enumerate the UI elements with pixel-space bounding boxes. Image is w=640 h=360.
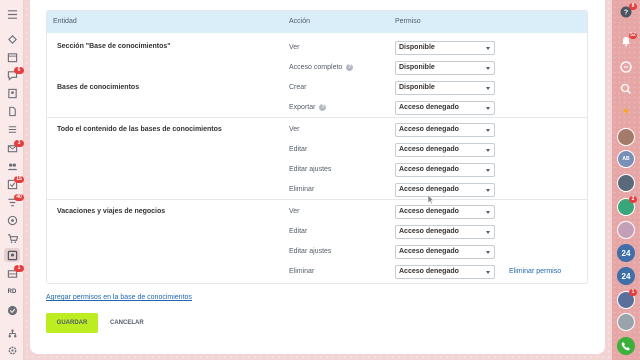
action-label: Ver xyxy=(289,126,300,133)
action-label: Editar xyxy=(289,228,308,235)
settings-icon[interactable] xyxy=(6,344,18,356)
knowledge-base-icon[interactable] xyxy=(6,249,18,261)
action-label: Exportar? xyxy=(289,104,327,111)
save-button[interactable]: GUARDAR xyxy=(46,313,98,333)
chevron-down-icon xyxy=(486,231,490,234)
menu-icon[interactable] xyxy=(6,8,18,20)
action-label: Eliminar xyxy=(289,268,315,275)
permission-select[interactable]: Acceso denegado xyxy=(395,163,495,177)
action-label: Editar ajustes xyxy=(289,248,332,255)
action-label: Crear xyxy=(289,84,307,91)
avatar-bot[interactable]: AB xyxy=(617,150,635,168)
header-action: Acción xyxy=(289,18,311,25)
permission-group: Sección "Base de conocimientos" Ver Disp… xyxy=(47,33,587,115)
chevron-down-icon xyxy=(486,47,490,50)
permission-select[interactable]: Acceso denegado xyxy=(395,265,495,279)
sitemap-icon[interactable] xyxy=(6,327,18,339)
avatar-badge: 2 xyxy=(629,196,637,203)
entity-label: Todo el contenido de las bases de conoci… xyxy=(57,126,222,133)
permission-group: Vacaciones y viajes de negocios Ver Acce… xyxy=(47,199,587,283)
chevron-down-icon xyxy=(486,169,490,172)
permission-select[interactable]: Acceso denegado xyxy=(395,123,495,137)
avatar-24[interactable]: 24 xyxy=(617,244,635,262)
permission-select[interactable]: Acceso denegado xyxy=(395,205,495,219)
avatar[interactable] xyxy=(617,174,635,192)
avatar[interactable] xyxy=(617,313,635,331)
user-initials[interactable]: RD xyxy=(6,286,18,298)
chevron-down-icon xyxy=(486,149,490,152)
avatar[interactable] xyxy=(617,221,635,239)
cart-icon[interactable] xyxy=(6,232,18,244)
action-label: Ver xyxy=(289,208,300,215)
cancel-button[interactable]: CANCELAR xyxy=(110,313,144,333)
groups-icon[interactable] xyxy=(6,160,18,172)
help-icon[interactable]: ? xyxy=(346,64,354,71)
contacts-icon[interactable] xyxy=(6,87,18,99)
action-label: Editar ajustes xyxy=(289,166,332,173)
tasks-badge: 15 xyxy=(14,176,24,183)
lightning-icon[interactable] xyxy=(618,103,634,119)
chevron-down-icon xyxy=(486,107,490,110)
remove-permission-link[interactable]: Eliminar permiso xyxy=(509,268,561,275)
avatar[interactable] xyxy=(617,128,635,146)
phone-icon[interactable] xyxy=(617,337,635,355)
permission-select[interactable]: Acceso denegado xyxy=(395,143,495,157)
messages-badge: 6 xyxy=(14,67,24,74)
permissions-table: Entidad Acción Permiso Sección "Base de … xyxy=(46,10,588,284)
header-entity: Entidad xyxy=(53,18,77,25)
permission-select[interactable]: Disponible xyxy=(395,61,495,75)
action-label: Ver xyxy=(289,44,300,51)
chevron-down-icon xyxy=(486,189,490,192)
permission-select[interactable]: Acceso denegado xyxy=(395,101,495,115)
calendar-icon[interactable] xyxy=(6,51,18,63)
permission-select[interactable]: Disponible xyxy=(395,41,495,55)
permission-select[interactable]: Acceso denegado xyxy=(395,183,495,197)
action-label: Acceso completo? xyxy=(289,64,354,71)
list-icon[interactable] xyxy=(6,123,18,135)
mouse-cursor-icon xyxy=(427,195,434,205)
target-icon[interactable] xyxy=(6,214,18,226)
action-label: Editar xyxy=(289,146,308,153)
permission-select[interactable]: Acceso denegado xyxy=(395,225,495,239)
permission-group: Todo el contenido de las bases de conoci… xyxy=(47,117,587,199)
notifications-badge: 52 xyxy=(629,32,637,39)
table-header: Entidad Acción Permiso xyxy=(47,11,587,33)
chevron-down-icon xyxy=(486,251,490,254)
filters-badge: 40 xyxy=(14,194,24,201)
chevron-down-icon xyxy=(486,211,490,214)
help-icon[interactable]: ? xyxy=(319,104,327,111)
entity-label: Sección "Base de conocimientos" xyxy=(57,43,171,50)
chevron-down-icon xyxy=(486,129,490,132)
chevron-down-icon xyxy=(486,271,490,274)
avatar-24[interactable]: 24 xyxy=(617,267,635,285)
feed-icon[interactable] xyxy=(6,33,18,45)
entity-label: Bases de conocimientos xyxy=(57,84,140,91)
header-permission: Permiso xyxy=(395,18,421,25)
svg-text:?: ? xyxy=(624,10,628,17)
avatar-badge: 1 xyxy=(629,289,637,296)
help-badge: 8 xyxy=(629,3,637,10)
chevron-down-icon xyxy=(486,87,490,90)
check-circle-icon[interactable] xyxy=(6,304,18,316)
permission-select[interactable]: Acceso denegado xyxy=(395,245,495,259)
mail-badge: 3 xyxy=(14,140,24,147)
permission-select[interactable]: Disponible xyxy=(395,81,495,95)
right-sidebar: ? 8 52 AB 2 24 24 1 xyxy=(612,0,640,360)
entity-label: Vacaciones y viajes de negocios xyxy=(57,208,166,215)
chevron-down-icon xyxy=(486,67,490,70)
main-panel: Entidad Acción Permiso Sección "Base de … xyxy=(30,0,605,354)
chat-bubble-icon[interactable] xyxy=(618,59,634,75)
add-permission-link[interactable]: Agregar permisos en la base de conocimie… xyxy=(46,294,192,301)
left-sidebar: 6 3 15 40 1 RD xyxy=(0,0,24,360)
documents-icon[interactable] xyxy=(6,105,18,117)
action-label: Eliminar xyxy=(289,186,315,193)
search-icon[interactable] xyxy=(618,81,634,97)
drive-badge: 1 xyxy=(14,265,24,272)
